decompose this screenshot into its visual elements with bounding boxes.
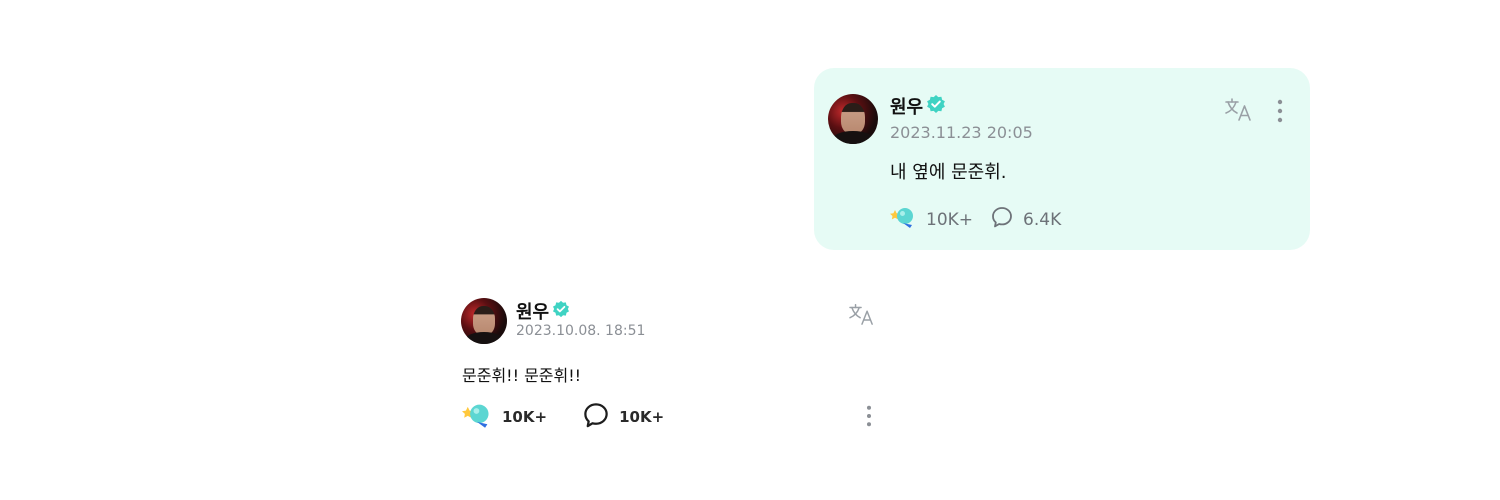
author-row: 원우 <box>890 93 946 119</box>
like-count: 10K+ <box>502 408 548 426</box>
post-actions: 10K+ 6.4K <box>890 204 1061 235</box>
translate-icon[interactable] <box>1224 96 1254 122</box>
more-options-icon[interactable] <box>866 405 872 427</box>
like-button[interactable]: 10K+ <box>890 204 973 235</box>
avatar[interactable] <box>461 298 507 344</box>
comment-bubble-icon <box>583 402 609 432</box>
like-count: 10K+ <box>926 209 974 230</box>
post-timestamp: 2023.10.08. 18:51 <box>516 323 646 339</box>
comment-button[interactable]: 10K+ <box>583 402 664 432</box>
post-card[interactable]: 원우 2023.10.08. 18:51 문준휘!! 문준휘!! 10K+ 10… <box>460 296 880 436</box>
translate-icon[interactable] <box>848 302 876 326</box>
comment-count: 6.4K <box>1023 209 1062 230</box>
lightbulb-like-icon <box>462 400 492 434</box>
post-content: 문준휘!! 문준휘!! <box>462 366 582 385</box>
author-name[interactable]: 원우 <box>516 298 549 324</box>
comment-button[interactable]: 6.4K <box>991 206 1061 233</box>
post-actions: 10K+ 10K+ <box>462 400 664 434</box>
lightbulb-like-icon <box>890 204 916 235</box>
more-options-icon[interactable] <box>1277 99 1283 123</box>
like-button[interactable]: 10K+ <box>462 400 547 434</box>
author-name[interactable]: 원우 <box>890 93 923 119</box>
verified-badge-icon <box>926 94 946 118</box>
comment-count: 10K+ <box>619 408 665 426</box>
verified-badge-icon <box>552 300 570 322</box>
post-card-highlighted[interactable]: 원우 2023.11.23 20:05 내 옆에 문준휘. 10K+ 6.4K <box>814 68 1310 250</box>
comment-bubble-icon <box>991 206 1013 233</box>
post-timestamp: 2023.11.23 20:05 <box>890 123 1033 142</box>
author-row: 원우 <box>516 298 570 324</box>
post-content: 내 옆에 문준휘. <box>890 162 1007 183</box>
avatar[interactable] <box>828 94 878 144</box>
